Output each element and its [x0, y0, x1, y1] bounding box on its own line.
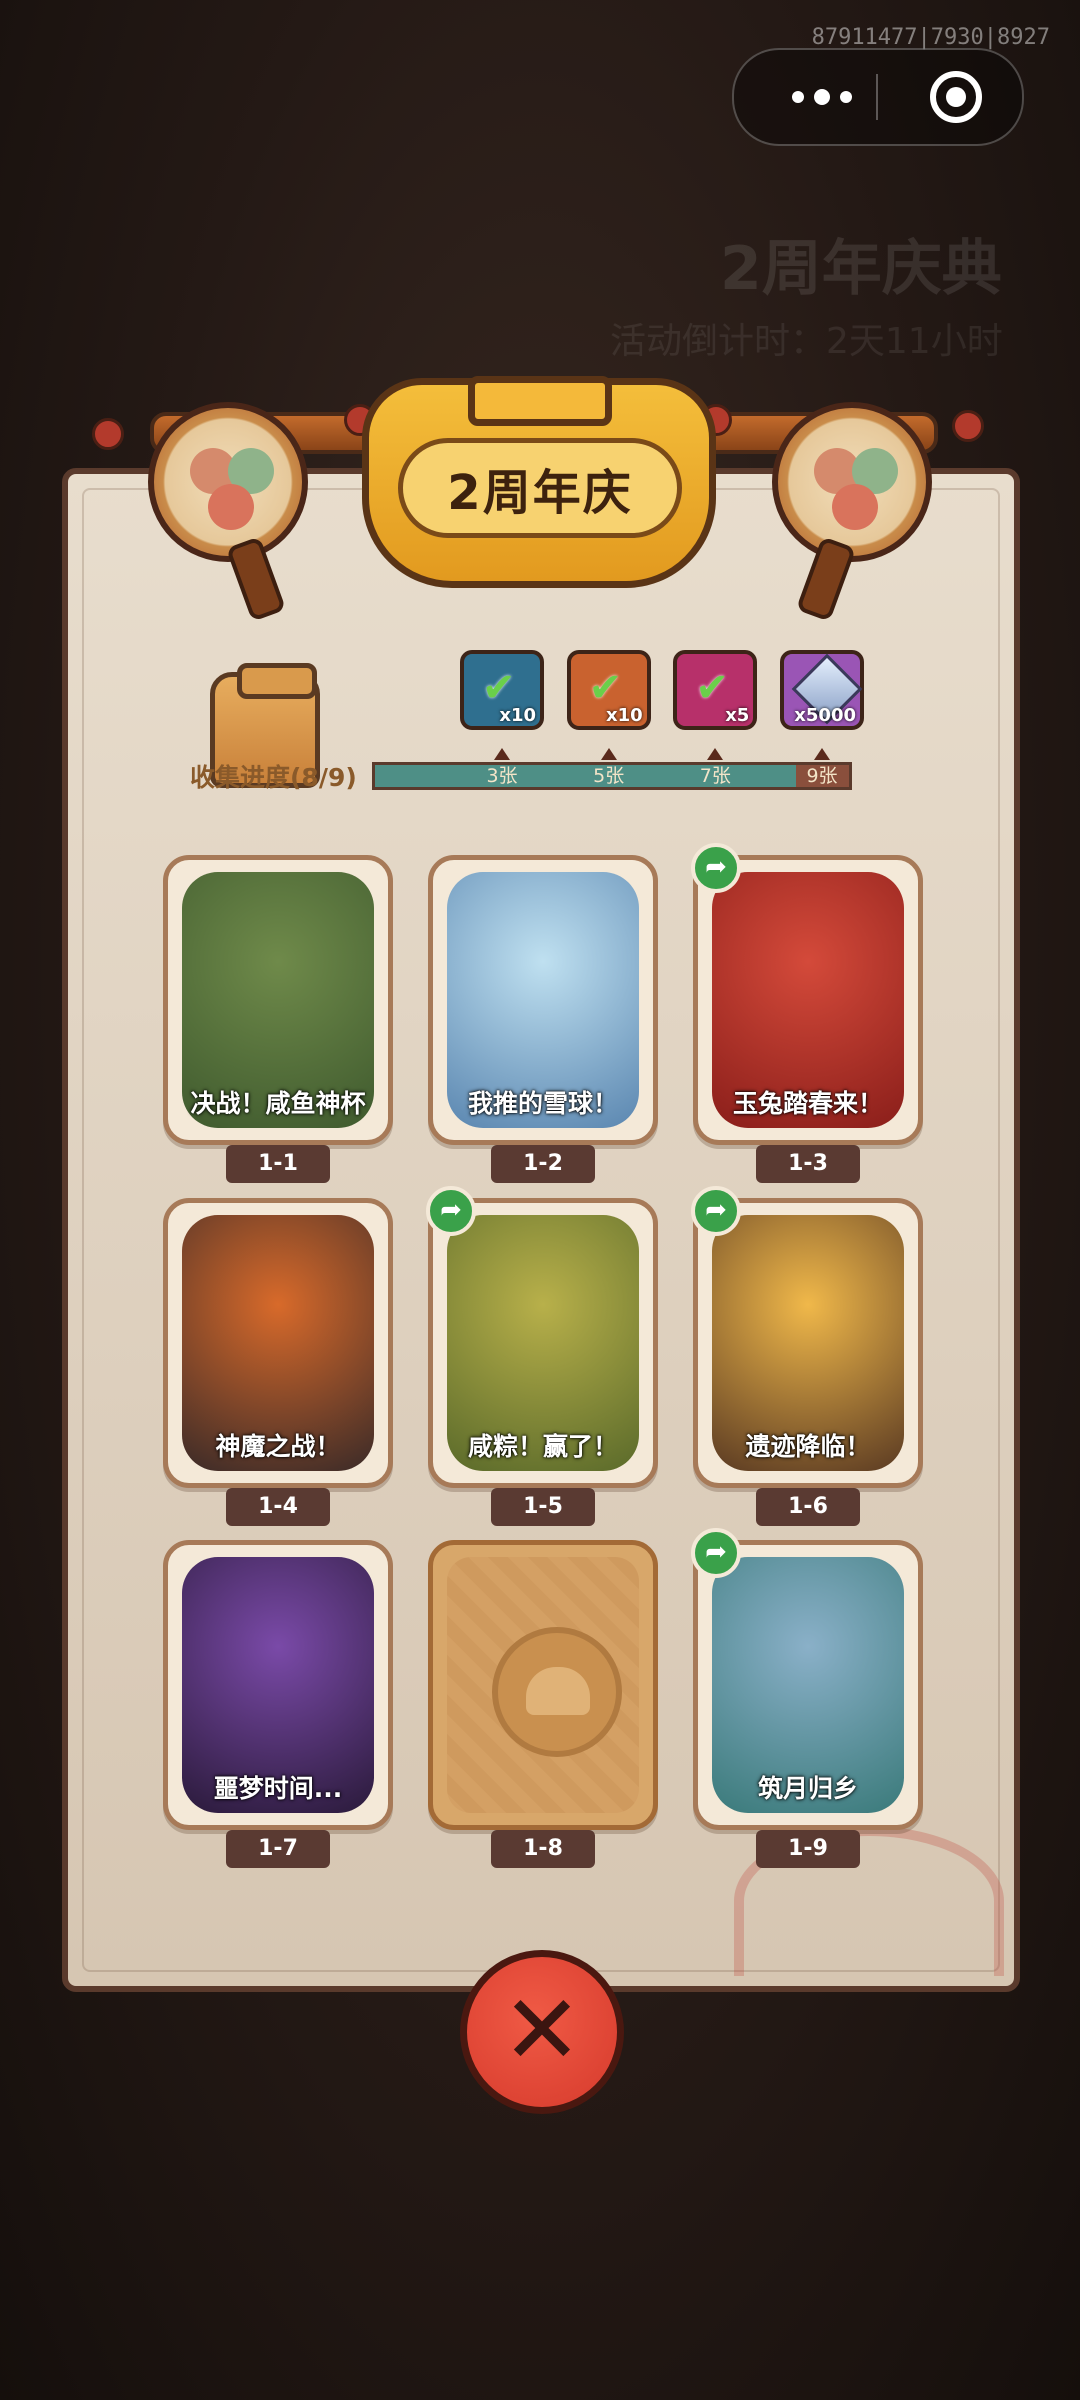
close-button[interactable]: ✕: [460, 1950, 624, 2114]
milestone-label: 3张: [486, 765, 518, 787]
drum-icon: [772, 402, 932, 562]
milestone-marker: [600, 748, 617, 760]
story-card[interactable]: 我推的雪球！: [428, 855, 658, 1145]
collection-progress-label: 收集进度(8/9): [190, 763, 357, 792]
card-number-tag: 1-5: [491, 1488, 595, 1526]
story-card[interactable]: 噩梦时间...: [163, 1540, 393, 1830]
scroll-ticket-icon[interactable]: ✔ x10: [566, 650, 651, 730]
reward-quantity: x10: [605, 705, 643, 726]
bead-decoration: [92, 418, 124, 450]
card-caption: 决战！咸鱼神杯: [190, 1089, 366, 1118]
check-icon: ✔: [588, 665, 623, 711]
milestone-marker: [814, 748, 830, 760]
system-id-text: 87911477|7930|8927: [811, 25, 1050, 50]
reward-quantity: x5: [725, 705, 750, 726]
story-card[interactable]: 玉兔踏春来！: [693, 855, 923, 1145]
banner-title: 2周年庆: [447, 465, 633, 521]
milestone-label: 5张: [593, 765, 625, 787]
background-event-title: 2周年庆典: [720, 234, 1002, 304]
share-icon[interactable]: ➦: [691, 1528, 741, 1578]
story-card[interactable]: [428, 1540, 658, 1830]
exit-miniprogram-button[interactable]: [930, 71, 982, 123]
card-caption: 筑月归乡: [757, 1774, 858, 1803]
badge-top: [468, 376, 612, 426]
card-number-tag: 1-8: [491, 1830, 595, 1868]
miniprogram-capsule: [732, 48, 1024, 146]
locked-card-illustration: [447, 1557, 639, 1813]
background-countdown: 活动倒计时：2天11小时: [610, 321, 1003, 362]
reward-quantity: x5000: [794, 705, 856, 726]
card-caption: 咸粽！赢了！: [467, 1432, 618, 1461]
check-icon: ✔: [482, 665, 516, 711]
milestone-marker: [494, 748, 510, 760]
share-icon[interactable]: ➦: [691, 1186, 741, 1236]
card-caption: 玉兔踏春来！: [732, 1089, 883, 1118]
close-x-icon: ✕: [501, 1974, 583, 2086]
drum-icon: [148, 402, 308, 562]
dot-icon: [840, 91, 852, 103]
more-options-button[interactable]: [772, 50, 872, 144]
story-card[interactable]: 决战！咸鱼神杯: [163, 855, 393, 1145]
card-number-tag: 1-1: [226, 1145, 330, 1183]
card-caption: 遗迹降临！: [745, 1432, 871, 1461]
locked-emblem-icon: [492, 1627, 622, 1757]
card-number-tag: 1-3: [756, 1145, 860, 1183]
story-card[interactable]: 神魔之战！: [163, 1198, 393, 1488]
capsule-divider: [876, 74, 878, 120]
dot-icon: [792, 91, 804, 103]
check-icon: ✔: [695, 665, 729, 711]
milestone-marker: [707, 748, 724, 760]
card-number-tag: 1-2: [491, 1145, 595, 1183]
magic-orb-icon[interactable]: ✔ x5: [673, 650, 758, 730]
card-number-tag: 1-9: [756, 1830, 860, 1868]
diamond-gem-icon[interactable]: x5000: [780, 650, 864, 730]
story-card[interactable]: 遗迹降临！: [693, 1198, 923, 1488]
banner-plate: 2周年庆: [398, 438, 682, 538]
card-number-tag: 1-7: [226, 1830, 330, 1868]
story-card[interactable]: 咸粽！赢了！: [428, 1198, 658, 1488]
card-number-tag: 1-4: [226, 1488, 330, 1526]
card-caption: 神魔之战！: [215, 1432, 341, 1461]
card-number-tag: 1-6: [756, 1488, 860, 1526]
share-icon[interactable]: ➦: [426, 1186, 476, 1236]
milestone-label: 9张: [806, 765, 838, 787]
bead-decoration: [952, 410, 984, 442]
card-caption: 我推的雪球！: [467, 1089, 618, 1118]
share-icon[interactable]: ➦: [691, 843, 741, 893]
treasure-chest-icon[interactable]: ✔ x10: [460, 650, 544, 730]
milestone-label: 7张: [699, 765, 731, 787]
story-card[interactable]: 筑月归乡: [693, 1540, 923, 1830]
reward-quantity: x10: [499, 705, 536, 726]
card-caption: 噩梦时间...: [213, 1774, 343, 1803]
dot-icon: [814, 89, 830, 105]
